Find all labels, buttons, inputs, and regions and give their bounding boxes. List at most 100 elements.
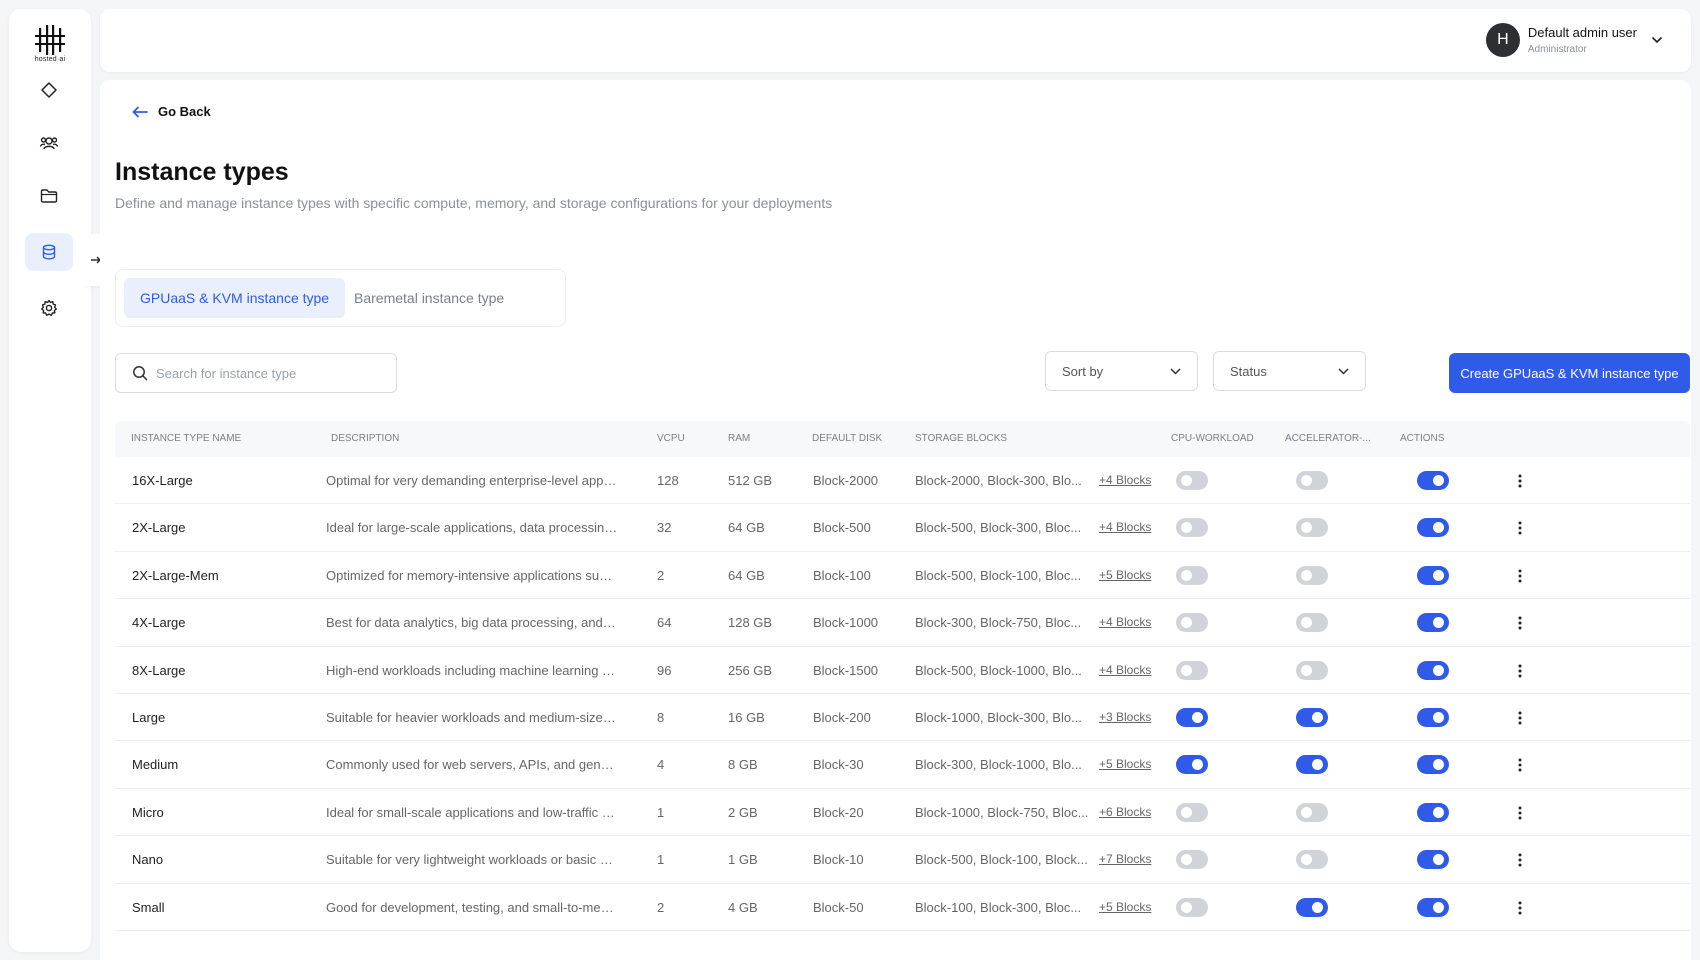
active-toggle[interactable]: [1417, 471, 1449, 490]
sidebar-item-settings[interactable]: [25, 289, 73, 327]
cpu-workload-toggle[interactable]: [1176, 471, 1208, 490]
cpu-workload-toggle[interactable]: [1176, 802, 1208, 822]
table-row[interactable]: 2X-Large Ideal for large-scale applicatio…: [115, 504, 1690, 552]
accelerator-toggle[interactable]: [1296, 613, 1328, 633]
table-row[interactable]: 4X-Large Best for data analytics, big dat…: [115, 599, 1690, 647]
active-toggle[interactable]: [1417, 518, 1449, 538]
column-header-name[interactable]: Instance type name: [131, 421, 241, 457]
more-blocks-link[interactable]: +4 Blocks: [1099, 457, 1151, 504]
active-toggle[interactable]: [1417, 802, 1449, 822]
create-instance-type-button[interactable]: Create GPUaaS & KVM instance type: [1449, 353, 1690, 393]
sidebar-item-projects[interactable]: [25, 177, 73, 215]
logo-text: hosted·ai: [34, 56, 66, 63]
logo-icon: [35, 25, 65, 55]
cell-storage-blocks: Block-500, Block-100, Block...: [915, 852, 1088, 868]
more-blocks-link[interactable]: +6 Blocks: [1099, 789, 1151, 836]
accelerator-toggle[interactable]: [1296, 518, 1328, 538]
accelerator-toggle[interactable]: [1296, 660, 1328, 680]
more-blocks-link[interactable]: +4 Blocks: [1099, 647, 1151, 694]
cell-ram: 128 GB: [728, 615, 773, 631]
row-actions-menu[interactable]: [1510, 898, 1530, 918]
column-header-description[interactable]: Description: [331, 421, 399, 457]
accelerator-toggle[interactable]: [1296, 471, 1328, 490]
more-blocks-link[interactable]: +3 Blocks: [1099, 694, 1151, 741]
search-input[interactable]: [156, 365, 376, 381]
accelerator-toggle[interactable]: [1296, 897, 1328, 917]
column-header-ram[interactable]: RAM: [728, 421, 750, 457]
sidebar-item-dashboard[interactable]: [25, 71, 73, 109]
brand-logo[interactable]: hosted·ai: [9, 25, 91, 63]
accelerator-toggle[interactable]: [1296, 565, 1328, 585]
more-blocks-link[interactable]: +4 Blocks: [1099, 504, 1151, 551]
user-name: Default admin user: [1527, 25, 1637, 40]
cpu-workload-toggle[interactable]: [1176, 613, 1208, 633]
accelerator-toggle[interactable]: [1296, 755, 1328, 775]
table-row[interactable]: 2X-Large-Mem Optimized for memory-intensi…: [115, 552, 1690, 600]
table-row[interactable]: Small Good for development, testing, and …: [115, 884, 1690, 931]
cpu-workload-toggle[interactable]: [1176, 518, 1208, 538]
more-blocks-link[interactable]: +4 Blocks: [1099, 599, 1151, 646]
more-blocks-link[interactable]: +5 Blocks: [1099, 741, 1151, 788]
chevron-down-icon: [1338, 367, 1349, 375]
row-actions-menu[interactable]: [1510, 518, 1530, 538]
sidebar-item-users[interactable]: [25, 124, 73, 162]
column-header-actions[interactable]: Actions: [1400, 421, 1444, 457]
sort-by-select[interactable]: Sort by: [1045, 351, 1198, 391]
cell-ram: 8 GB: [728, 757, 758, 773]
cpu-workload-toggle[interactable]: [1176, 755, 1208, 775]
active-toggle[interactable]: [1417, 707, 1449, 727]
row-actions-menu[interactable]: [1510, 566, 1530, 586]
cell-storage-blocks: Block-100, Block-300, Bloc...: [915, 899, 1082, 915]
table-row[interactable]: Nano Suitable for very lightweight worklo…: [115, 836, 1690, 884]
cpu-workload-toggle[interactable]: [1176, 707, 1208, 727]
row-actions-menu[interactable]: [1510, 850, 1530, 870]
cpu-workload-toggle[interactable]: [1176, 565, 1208, 585]
active-toggle[interactable]: [1417, 613, 1449, 633]
more-vertical-icon: [1518, 853, 1522, 867]
column-header-vcpu[interactable]: vCPU: [657, 421, 685, 457]
table-row[interactable]: 8X-Large High-end workloads including mac…: [115, 647, 1690, 694]
active-toggle[interactable]: [1417, 660, 1449, 680]
accelerator-toggle[interactable]: [1296, 802, 1328, 822]
accelerator-toggle[interactable]: [1296, 707, 1328, 727]
active-toggle[interactable]: [1417, 897, 1449, 917]
table-row[interactable]: 16X-Large Optimal for very demanding ente…: [115, 457, 1690, 505]
cell-name: 2X-Large-Mem: [132, 567, 219, 583]
cell-description: Suitable for heavier workloads and mediu…: [326, 709, 618, 725]
cell-name: Nano: [132, 852, 164, 868]
row-actions-menu[interactable]: [1510, 803, 1530, 823]
row-actions-menu[interactable]: [1510, 613, 1530, 633]
more-blocks-link[interactable]: +7 Blocks: [1099, 836, 1151, 883]
cpu-workload-toggle[interactable]: [1176, 897, 1208, 917]
row-actions-menu[interactable]: [1510, 471, 1530, 491]
row-actions-menu[interactable]: [1510, 661, 1530, 681]
column-header-default-disk[interactable]: Default disk: [812, 421, 882, 457]
status-select[interactable]: Status: [1213, 351, 1366, 391]
more-vertical-icon: [1518, 806, 1522, 820]
table-row[interactable]: Large Suitable for heavier workloads and …: [115, 694, 1690, 742]
sidebar-item-instance-types[interactable]: [25, 233, 73, 271]
user-menu[interactable]: H Default admin user Administrator: [1485, 23, 1663, 57]
go-back-link[interactable]: Go Back: [132, 104, 211, 119]
active-toggle[interactable]: [1417, 850, 1449, 870]
more-blocks-link[interactable]: +5 Blocks: [1099, 884, 1151, 931]
cell-description: Ideal for small-scale applications and l…: [326, 804, 618, 820]
table-row[interactable]: Micro Ideal for small-scale applications …: [115, 789, 1690, 837]
active-toggle[interactable]: [1417, 565, 1449, 585]
cpu-workload-toggle[interactable]: [1176, 850, 1208, 870]
cpu-workload-toggle[interactable]: [1176, 660, 1208, 680]
column-header-storage-blocks[interactable]: Storage blocks: [915, 421, 1007, 457]
more-blocks-link[interactable]: +5 Blocks: [1099, 552, 1151, 599]
tab-gpuaas-kvm[interactable]: GPUaaS & KVM instance type: [124, 278, 346, 318]
cell-ram: 4 GB: [728, 899, 758, 915]
folder-icon: [40, 189, 58, 203]
row-actions-menu[interactable]: [1510, 755, 1530, 775]
column-header-cpu-workload[interactable]: CPU-Workload: [1171, 421, 1254, 457]
accelerator-toggle[interactable]: [1296, 850, 1328, 870]
row-actions-menu[interactable]: [1510, 708, 1530, 728]
table-row[interactable]: Medium Commonly used for web servers, API…: [115, 741, 1690, 789]
cell-description: Optimized for memory-intensive applicati…: [326, 567, 618, 583]
column-header-accelerator[interactable]: Accelerator-...: [1285, 421, 1371, 457]
tab-baremetal[interactable]: Baremetal instance type: [338, 278, 520, 318]
active-toggle[interactable]: [1417, 755, 1449, 775]
